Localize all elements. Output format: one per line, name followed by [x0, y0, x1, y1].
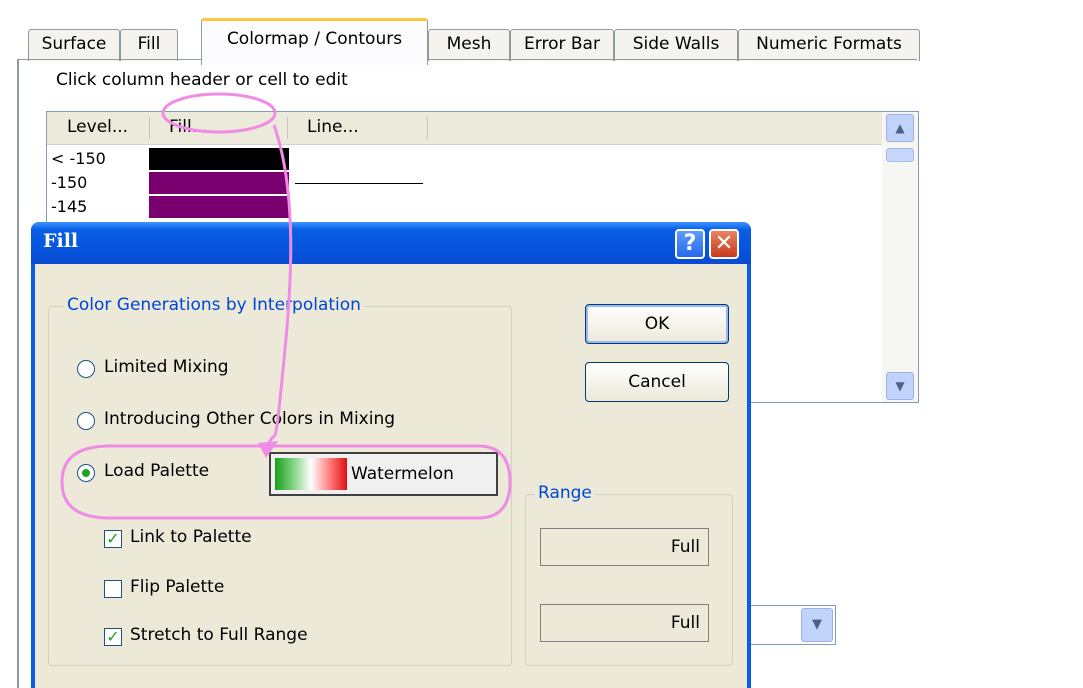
dialog-title: Fill: [43, 230, 79, 252]
color-generation-group-title: Color Generations by Interpolation: [64, 295, 364, 315]
level-cell[interactable]: -145: [51, 196, 87, 218]
dialog-client-area: Color Generations by Interpolation Limit…: [35, 264, 747, 688]
cancel-button[interactable]: Cancel: [585, 362, 729, 402]
level-cell[interactable]: -150: [51, 172, 87, 194]
tab-error-bar[interactable]: Error Bar: [510, 29, 614, 61]
table-row[interactable]: -145: [47, 196, 882, 218]
limited-mixing-radio[interactable]: [77, 360, 95, 378]
column-header-level[interactable]: Level...: [47, 112, 149, 144]
range-group-title: Range: [535, 483, 595, 503]
column-separator: [427, 117, 428, 139]
other-colors-label[interactable]: Introducing Other Colors in Mixing: [104, 409, 395, 429]
other-colors-radio[interactable]: [77, 412, 95, 430]
fill-cell[interactable]: [149, 196, 289, 218]
tab-mesh[interactable]: Mesh: [428, 29, 510, 61]
fill-cell[interactable]: [149, 172, 289, 194]
link-to-palette-checkbox[interactable]: ✓: [104, 530, 122, 548]
dialog-titlebar[interactable]: Fill ? ✕: [31, 222, 751, 264]
limited-mixing-label[interactable]: Limited Mixing: [104, 357, 229, 377]
chevron-down-icon[interactable]: ▼: [886, 372, 914, 400]
table-row[interactable]: < -150: [47, 148, 882, 170]
fill-cell[interactable]: [149, 148, 289, 170]
column-header-fill[interactable]: Fill...: [149, 112, 287, 144]
line-cell[interactable]: [295, 183, 423, 184]
chevron-down-icon[interactable]: ▼: [801, 608, 833, 642]
column-header-line[interactable]: Line...: [287, 112, 427, 144]
table-row[interactable]: -150: [47, 172, 882, 194]
flip-palette-checkbox[interactable]: [104, 580, 122, 598]
range-max-field: Full: [540, 604, 709, 642]
palette-swatch: [275, 458, 347, 490]
edit-hint: Click column header or cell to edit: [56, 70, 348, 90]
tab-fill[interactable]: Fill: [120, 29, 178, 61]
tab-panel-border-top: [17, 59, 917, 60]
palette-name: Watermelon: [351, 464, 454, 484]
ok-button[interactable]: OK: [585, 304, 729, 344]
load-palette-label[interactable]: Load Palette: [104, 461, 209, 481]
fill-dialog: Fill ? ✕ Color Generations by Interpolat…: [31, 222, 751, 688]
help-button[interactable]: ?: [675, 229, 705, 259]
flip-palette-label[interactable]: Flip Palette: [130, 577, 224, 597]
table-header: Level... Fill... Line...: [47, 112, 882, 145]
close-button[interactable]: ✕: [709, 229, 739, 259]
level-cell[interactable]: < -150: [51, 148, 106, 170]
vertical-scrollbar[interactable]: ▲ ▼: [882, 112, 918, 402]
tab-colormap-contours[interactable]: Colormap / Contours: [201, 18, 428, 65]
link-to-palette-label[interactable]: Link to Palette: [130, 527, 252, 547]
tab-numeric-formats[interactable]: Numeric Formats: [738, 29, 920, 61]
tab-surface[interactable]: Surface: [28, 29, 120, 61]
stretch-full-range-label[interactable]: Stretch to Full Range: [130, 625, 308, 645]
tab-strip: Surface Fill Colormap / Contours Mesh Er…: [0, 0, 1083, 65]
range-min-field: Full: [540, 528, 709, 566]
palette-picker-button[interactable]: Watermelon: [269, 452, 498, 496]
load-palette-radio[interactable]: [77, 464, 95, 482]
tab-panel-border-left: [17, 59, 19, 688]
stretch-full-range-checkbox[interactable]: ✓: [104, 628, 122, 646]
chevron-up-icon[interactable]: ▲: [886, 114, 914, 142]
scroll-thumb[interactable]: [886, 148, 914, 162]
tab-side-walls[interactable]: Side Walls: [614, 29, 738, 61]
